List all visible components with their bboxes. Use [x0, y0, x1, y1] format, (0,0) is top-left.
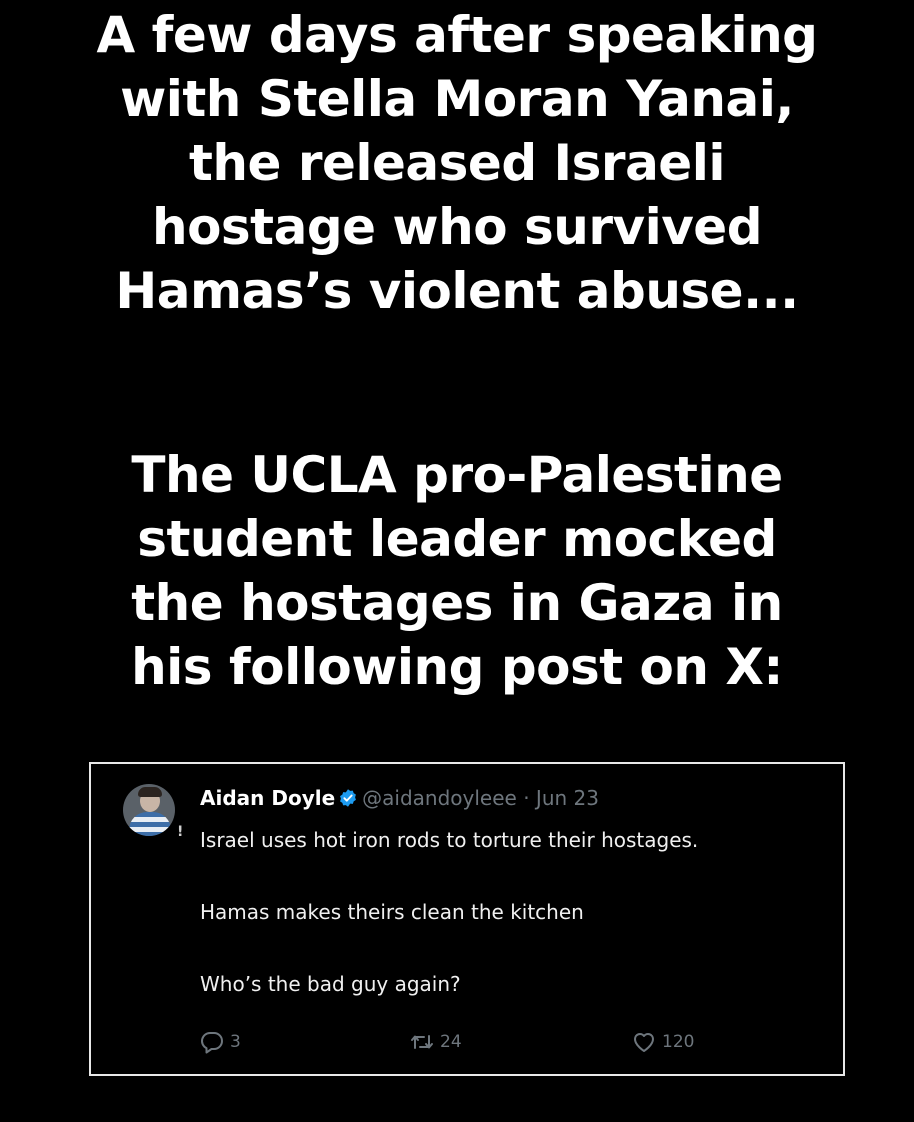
tweet-header: Aidan Doyle @aidandoyleee · Jun 23	[200, 784, 599, 815]
reply-count: 3	[230, 1032, 241, 1052]
tweet-card[interactable]: ! Aidan Doyle @aidandoyleee · Jun 23 Isra…	[89, 762, 845, 1076]
retweet-count: 24	[440, 1032, 462, 1052]
retweet-button[interactable]: 24	[409, 1030, 462, 1054]
author-handle[interactable]: @aidandoyleee	[362, 786, 517, 810]
reply-button[interactable]: 3	[199, 1030, 241, 1054]
headline-line: hostage who survived	[151, 198, 763, 256]
headline-line: A few days after speaking	[96, 6, 818, 64]
header-separator: ·	[523, 786, 530, 810]
headline-line: Hamas’s violent abuse...	[115, 262, 799, 320]
tweet-actions: 3 24 120	[199, 1030, 799, 1056]
like-count: 120	[662, 1032, 695, 1052]
headline-top: A few days after speaking with Stella Mo…	[0, 3, 914, 323]
retweet-icon	[409, 1030, 435, 1054]
author-name[interactable]: Aidan Doyle	[200, 786, 335, 810]
headline-line: student leader mocked	[137, 510, 777, 568]
headline-line: his following post on X:	[131, 638, 783, 696]
headline-line: The UCLA pro-Palestine	[131, 446, 783, 504]
headline-line: with Stella Moran Yanai,	[120, 70, 794, 128]
tweet-text-line: Hamas makes theirs clean the kitchen	[200, 900, 584, 924]
headline-bottom: The UCLA pro-Palestine student leader mo…	[0, 443, 914, 699]
verified-badge-icon	[338, 787, 358, 815]
tweet-text-line: Who’s the bad guy again?	[200, 972, 461, 996]
reply-icon	[199, 1030, 225, 1054]
headline-line: the hostages in Gaza in	[131, 574, 783, 632]
headline-line: the released Israeli	[189, 134, 726, 192]
avatar-mark: !	[177, 824, 184, 840]
heart-icon	[631, 1030, 657, 1054]
avatar[interactable]	[123, 784, 175, 836]
avatar-hair	[138, 787, 162, 797]
post-date[interactable]: Jun 23	[536, 786, 599, 810]
tweet-text-line: Israel uses hot iron rods to torture the…	[200, 828, 699, 852]
like-button[interactable]: 120	[631, 1030, 694, 1054]
avatar-body	[129, 812, 171, 836]
